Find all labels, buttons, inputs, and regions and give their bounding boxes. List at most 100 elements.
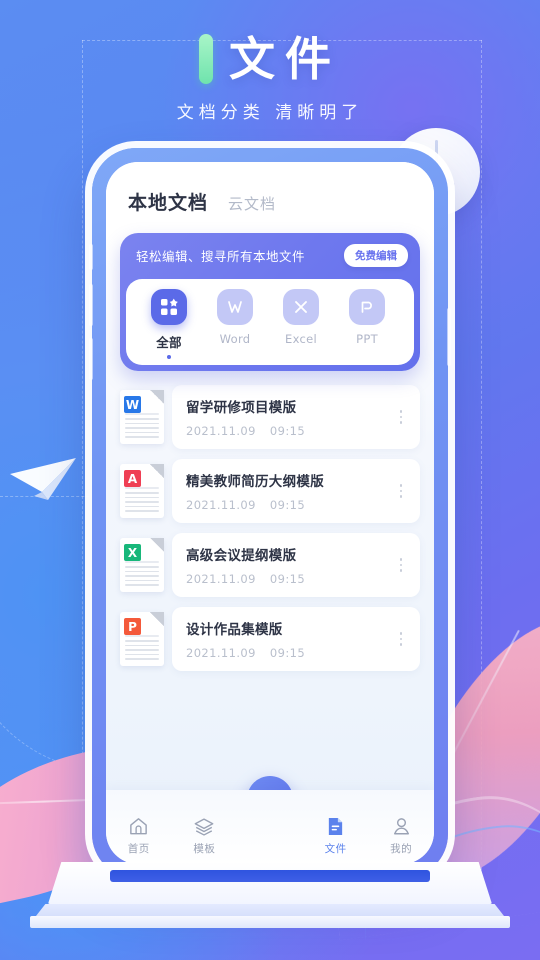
page-title: 文件	[229, 32, 341, 86]
more-options-icon[interactable]	[396, 406, 407, 428]
file-info: 精美教师简历大纲模版 2021.11.09 09:15	[186, 470, 324, 512]
hero-header: 文件 文档分类 清晰明了	[0, 34, 540, 123]
category-chip-all[interactable]: 全部	[136, 289, 202, 359]
document-fold-corner	[150, 464, 164, 478]
tab-bar: 本地文档 云文档	[106, 162, 434, 215]
phone-button-silent	[89, 244, 93, 270]
category-active-dot	[167, 355, 171, 359]
file-meta: 2021.11.09 09:15	[186, 646, 315, 660]
stand-top-surface	[48, 862, 492, 904]
nav-label-files: 文件	[324, 843, 347, 855]
file-date: 2021.11.09	[186, 424, 256, 438]
file-name: 精美教师简历大纲模版	[186, 474, 324, 490]
document-thumbnail: X	[120, 538, 164, 592]
promo-section: 轻松编辑、搜寻所有本地文件 免费编辑 全部 Word Excel PPT	[106, 233, 434, 371]
file-name: 设计作品集模版	[186, 622, 283, 638]
grid-icon	[151, 289, 187, 325]
nav-item-home[interactable]: 首页	[111, 814, 167, 856]
paper-plane-icon	[10, 458, 76, 500]
phone-stand	[30, 862, 510, 938]
file-info: 设计作品集模版 2021.11.09 09:15	[186, 618, 315, 660]
file-name: 留学研修项目模版	[186, 400, 297, 416]
phone-button-volume-down	[89, 338, 93, 380]
file-name: 高级会议提纲模版	[186, 548, 297, 564]
file-time: 09:15	[269, 498, 306, 512]
free-edit-button[interactable]: 免费编辑	[344, 244, 408, 267]
poster-canvas: 文件 文档分类 清晰明了 本地文档 云文档 轻松编辑、搜寻所有本地文件 免费编辑	[0, 0, 540, 960]
category-filter-list: 全部 Word Excel PPT	[126, 279, 414, 365]
person-icon	[373, 814, 429, 838]
file-meta: 2021.11.09 09:15	[186, 498, 324, 512]
ppt-icon	[349, 289, 385, 325]
nav-item-files[interactable]: 文件	[308, 814, 364, 856]
category-chip-ppt[interactable]: PPT	[334, 289, 400, 346]
list-item[interactable]: X 高级会议提纲模版 2021.11.09 09:15	[120, 533, 420, 597]
promo-banner-text: 轻松编辑、搜寻所有本地文件	[136, 249, 306, 264]
list-item[interactable]: W 留学研修项目模版 2021.11.09 09:15	[120, 385, 420, 449]
category-label-ppt: PPT	[356, 332, 378, 346]
file-list: W 留学研修项目模版 2021.11.09 09:15 A 精美教师简历大纲模版…	[106, 371, 434, 671]
list-item[interactable]: A 精美教师简历大纲模版 2021.11.09 09:15	[120, 459, 420, 523]
excel-icon	[283, 289, 319, 325]
phone-screen: 本地文档 云文档 轻松编辑、搜寻所有本地文件 免费编辑 全部 Word Exce…	[106, 162, 434, 864]
document-thumbnail: W	[120, 390, 164, 444]
tab-local-documents[interactable]: 本地文档	[128, 188, 208, 215]
file-card[interactable]: 留学研修项目模版 2021.11.09 09:15	[172, 385, 420, 449]
document-fold-corner	[150, 612, 164, 626]
file-time: 09:15	[269, 646, 306, 660]
document-lines	[125, 484, 159, 512]
phone-button-power	[447, 308, 451, 366]
file-time: 09:15	[269, 572, 306, 586]
promo-banner-top: 轻松编辑、搜寻所有本地文件 免费编辑	[120, 233, 420, 279]
phone-button-volume-up	[89, 284, 93, 326]
category-chip-excel[interactable]: Excel	[268, 289, 334, 346]
document-lines	[125, 558, 159, 586]
stand-middle-layer	[36, 904, 504, 916]
document-thumbnail: P	[120, 612, 164, 666]
document-lines	[125, 632, 159, 660]
category-label-all: 全部	[156, 335, 182, 350]
nav-label-home: 首页	[127, 843, 150, 855]
category-label-other: 其他	[400, 332, 414, 348]
nav-item-templates[interactable]: 模板	[176, 814, 232, 856]
file-time: 09:15	[269, 424, 306, 438]
category-label-excel: Excel	[285, 332, 317, 346]
file-info: 高级会议提纲模版 2021.11.09 09:15	[186, 544, 315, 586]
more-options-icon[interactable]	[396, 480, 407, 502]
file-date: 2021.11.09	[186, 646, 256, 660]
home-icon	[111, 814, 167, 838]
document-fold-corner	[150, 538, 164, 552]
nav-item-profile[interactable]: 我的	[373, 814, 429, 856]
document-lines	[125, 410, 159, 438]
category-chip-other[interactable]: 其他	[400, 289, 414, 348]
bottom-navigation: 首页 模板 文件 我的	[106, 790, 434, 864]
page-subtitle: 文档分类 清晰明了	[176, 103, 364, 123]
more-options-icon[interactable]	[396, 554, 407, 576]
document-fold-corner	[150, 390, 164, 404]
document-icon	[308, 814, 364, 838]
stand-base-layer	[30, 916, 510, 928]
file-meta: 2021.11.09 09:15	[186, 424, 315, 438]
category-chip-word[interactable]: Word	[202, 289, 268, 346]
file-info: 留学研修项目模版 2021.11.09 09:15	[186, 396, 315, 438]
file-meta: 2021.11.09 09:15	[186, 572, 315, 586]
file-date: 2021.11.09	[186, 572, 256, 586]
phone-mockup: 本地文档 云文档 轻松编辑、搜寻所有本地文件 免费编辑 全部 Word Exce…	[89, 148, 451, 878]
nav-label-templates: 模板	[193, 843, 216, 855]
word-icon	[217, 289, 253, 325]
document-thumbnail: A	[120, 464, 164, 518]
category-label-word: Word	[219, 332, 251, 346]
layers-icon	[176, 814, 232, 838]
tab-cloud-documents[interactable]: 云文档	[228, 193, 276, 214]
file-card[interactable]: 精美教师简历大纲模版 2021.11.09 09:15	[172, 459, 420, 523]
file-card[interactable]: 设计作品集模版 2021.11.09 09:15	[172, 607, 420, 671]
list-item[interactable]: P 设计作品集模版 2021.11.09 09:15	[120, 607, 420, 671]
title-accent-bar	[199, 34, 213, 84]
file-card[interactable]: 高级会议提纲模版 2021.11.09 09:15	[172, 533, 420, 597]
file-date: 2021.11.09	[186, 498, 256, 512]
tab-bar-spacer	[106, 215, 434, 233]
promo-banner: 轻松编辑、搜寻所有本地文件 免费编辑 全部 Word Excel PPT	[120, 233, 420, 371]
stand-slot	[110, 870, 430, 882]
nav-label-profile: 我的	[390, 843, 413, 855]
more-options-icon[interactable]	[396, 628, 407, 650]
